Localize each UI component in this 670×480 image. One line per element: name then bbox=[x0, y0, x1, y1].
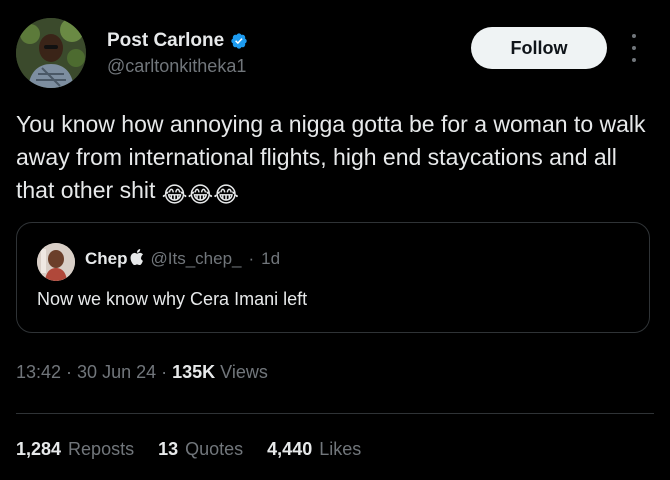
likes-label: Likes bbox=[319, 439, 362, 459]
views-count: 135K bbox=[172, 362, 216, 382]
post-text: You know how annoying a nigga gotta be f… bbox=[16, 108, 656, 207]
quote-text: Now we know why Cera Imani left bbox=[37, 289, 308, 309]
quote-avatar-image bbox=[37, 243, 75, 281]
laughing-emoji: 😂 bbox=[213, 183, 239, 208]
reposts-count: 1,284 bbox=[16, 439, 62, 459]
quote-author-avatar bbox=[37, 243, 75, 281]
more-dot bbox=[632, 46, 636, 50]
more-options-icon[interactable] bbox=[624, 34, 644, 62]
post: Post Carlone @carltonkitheka1 Follow You… bbox=[0, 0, 670, 480]
divider bbox=[16, 413, 654, 414]
post-time[interactable]: 13:42 bbox=[16, 362, 61, 383]
apple-logo-icon bbox=[130, 249, 143, 266]
author-info: Post Carlone @carltonkitheka1 bbox=[107, 30, 248, 77]
quote-separator: · bbox=[248, 249, 255, 268]
quotes-label: Quotes bbox=[185, 439, 244, 459]
author-avatar[interactable] bbox=[16, 18, 86, 88]
views-label: Views bbox=[220, 362, 268, 382]
likes-stat[interactable]: 4,440 Likes bbox=[267, 439, 361, 460]
meta-separator: · bbox=[66, 362, 73, 382]
quote-header: Chep @Its_chep_ · 1d bbox=[85, 249, 280, 269]
quotes-count: 13 bbox=[158, 439, 179, 459]
meta-separator: · bbox=[161, 362, 168, 382]
author-name-row: Post Carlone bbox=[107, 30, 248, 52]
laughing-emoji: 😂 bbox=[161, 183, 188, 208]
more-dot bbox=[632, 58, 636, 62]
quote-author-handle: @Its_chep_ bbox=[150, 249, 242, 268]
quotes-stat[interactable]: 13 Quotes bbox=[158, 439, 243, 460]
quote-timestamp: 1d bbox=[261, 249, 281, 268]
reposts-label: Reposts bbox=[68, 439, 135, 459]
author-handle[interactable]: @carltonkitheka1 bbox=[107, 56, 248, 77]
laughing-emoji: 😂 bbox=[187, 183, 214, 208]
post-meta: 13:42 · 30 Jun 24 · 135K Views bbox=[16, 362, 268, 383]
post-text-content: You know how annoying a nigga gotta be f… bbox=[16, 111, 646, 203]
follow-button[interactable]: Follow bbox=[471, 27, 607, 69]
verified-badge-icon bbox=[231, 33, 247, 49]
avatar-image bbox=[16, 18, 86, 88]
author-display-name[interactable]: Post Carlone bbox=[107, 30, 224, 52]
more-dot bbox=[632, 34, 636, 38]
quote-author-name: Chep bbox=[85, 249, 144, 269]
post-stats: 1,284 Reposts 13 Quotes 4,440 Likes bbox=[16, 439, 385, 460]
quote-author-name-text: Chep bbox=[85, 249, 128, 268]
likes-count: 4,440 bbox=[267, 439, 313, 459]
quoted-post[interactable]: Chep @Its_chep_ · 1d Now we know why Cer… bbox=[16, 222, 650, 333]
post-date[interactable]: 30 Jun 24 bbox=[77, 362, 156, 383]
reposts-stat[interactable]: 1,284 Reposts bbox=[16, 439, 134, 460]
